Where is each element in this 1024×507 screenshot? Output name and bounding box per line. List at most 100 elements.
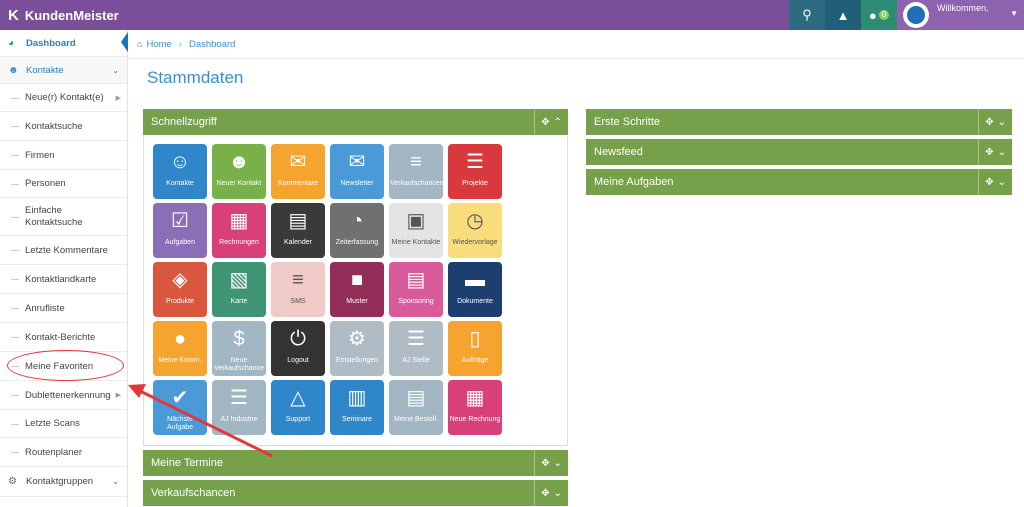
tile-label: Projekte (462, 180, 488, 187)
tile-seminare[interactable]: ▥ Seminare (330, 380, 384, 435)
tile-kalender[interactable]: ▤ Kalender (271, 203, 325, 258)
sidebar-item-einfache-kontaktsuche[interactable]: Einfache Kontaktsuche (0, 198, 127, 236)
tile-label: Nächste Aufgabe (166, 416, 194, 431)
calculator-icon: ▦ (465, 387, 485, 409)
sidebar-item-firmen[interactable]: Firmen (0, 141, 127, 170)
tile-meine-bestell[interactable]: ▤ Meine Bestell. (389, 380, 443, 435)
move-icon[interactable]: ✥ (985, 147, 993, 158)
sidebar-item-neuer-kontakt[interactable]: Neue(r) Kontakt(e) ▶ (0, 84, 127, 112)
sidebar-item-kontaktlandkarte[interactable]: Kontaktlandkarte (0, 265, 127, 294)
move-icon[interactable]: ✥ (541, 488, 549, 499)
chevron-down-icon[interactable]: ⌄ (554, 488, 562, 499)
sidebar-item-anrufliste[interactable]: Anrufliste (0, 294, 127, 323)
move-icon[interactable]: ✥ (985, 177, 993, 188)
panel-meine-aufgaben-header: Meine Aufgaben ✥ ⌄ (586, 169, 1012, 195)
tile-aj-industrie[interactable]: ☰ AJ Industrie (212, 380, 266, 435)
sidebar-item-routenplaner[interactable]: Routenplaner (0, 438, 127, 467)
tile-label: Meine Bestell. (394, 416, 438, 423)
search-icon: ⚲ (802, 7, 812, 22)
sidebar-item-label: Neue(r) Kontakt(e) (25, 92, 104, 103)
move-icon[interactable]: ✥ (541, 458, 549, 469)
panel-title: Newsfeed (594, 146, 643, 158)
search-button[interactable]: ⚲ (789, 0, 825, 30)
sidebar-item-kontaktsuche[interactable]: Kontaktsuche (0, 112, 127, 141)
tile-zeiterfassung[interactable]: ◔ Zeiterfassung (330, 203, 384, 258)
tag-icon: ◈ (172, 269, 188, 291)
breadcrumb-current[interactable]: Dashboard (189, 39, 235, 50)
checkbox-icon: ☑ (171, 210, 189, 232)
user-menu[interactable]: Willkommen, ▼ (897, 0, 1024, 30)
sidebar-item-personen[interactable]: Personen (0, 170, 127, 198)
tile-dokumente[interactable]: ▬ Dokumente (448, 262, 502, 317)
tile-einstellungen[interactable]: ⚙ Einstellungen (330, 321, 384, 376)
tile-meine-komm[interactable]: ● Meine Komm. (153, 321, 207, 376)
tile-sms[interactable]: ≡ SMS (271, 262, 325, 317)
tile-nächste-aufgabe[interactable]: ✔ Nächste Aufgabe (153, 380, 207, 435)
highlight-circle (7, 350, 124, 381)
sidebar-item-letzte-scans[interactable]: Letzte Scans (0, 410, 127, 438)
tile-label: Verkaufschancen (390, 180, 444, 187)
sidebar-item-dublettenerkennung[interactable]: Dublettenerkennung ▶ (0, 381, 127, 410)
brand-logo[interactable]: K KundenMeister (8, 0, 119, 30)
tile-rechnungen[interactable]: ▦ Rechnungen (212, 203, 266, 258)
tile-neue-verkaufschance[interactable]: $ Neue Verkaufschance (212, 321, 266, 376)
panel-title: Verkaufschancen (151, 487, 236, 499)
tile-support[interactable]: △ Support (271, 380, 325, 435)
list-icon: ☰ (407, 328, 425, 350)
sidebar-item-kontakte[interactable]: ☻ Kontakte ⌄ (0, 57, 127, 84)
tile-wiedervorlage[interactable]: ◷ Wiedervorlage (448, 203, 502, 258)
tile-projekte[interactable]: ☰ Projekte (448, 144, 502, 199)
quick-access-grid: ☺ Kontakte ☻ Neuer Kontakt ✉ Kommentare ✉ Newsl… (143, 135, 568, 446)
chevron-down-icon[interactable]: ⌄ (998, 147, 1006, 158)
sidebar-item-letzte-kommentare[interactable]: Letzte Kommentare (0, 236, 127, 265)
chevron-right-icon: › (178, 38, 182, 50)
panel-schnellzugriff-header: Schnellzugriff ✥ ⌃ (143, 109, 568, 135)
groups-icon: ⚙ (8, 476, 17, 487)
chevron-down-icon[interactable]: ⌄ (554, 458, 562, 469)
tile-neue-rechnung[interactable]: ▦ Neue Rechnung (448, 380, 502, 435)
tile-karte[interactable]: ▧ Karte (212, 262, 266, 317)
panel-title: Meine Aufgaben (594, 176, 674, 188)
tile-produkte[interactable]: ◈ Produkte (153, 262, 207, 317)
tile-verkaufschancen[interactable]: ≡ Verkaufschancen (389, 144, 444, 199)
list-icon: ☰ (230, 387, 248, 409)
tile-label: Meine Kontakte (391, 239, 441, 246)
move-icon[interactable]: ✥ (985, 117, 993, 128)
tile-kontakte[interactable]: ☺ Kontakte (153, 144, 207, 199)
sidebar-item-label: Kontaktlandkarte (25, 273, 97, 285)
sidebar-item-kontaktgruppen[interactable]: ⚙ Kontaktgruppen ⌄ (0, 467, 127, 497)
sidebar: ◕ Dashboard ☻ Kontakte ⌄ Neue(r) Kontakt… (0, 30, 128, 507)
chevron-down-icon[interactable]: ⌄ (998, 177, 1006, 188)
tile-label: Kalender (283, 239, 313, 246)
sidebar-item-label: Letzte Scans (25, 418, 80, 429)
sidebar-item-dashboard[interactable]: ◕ Dashboard (0, 30, 127, 57)
tile-label: Aufträge (461, 357, 489, 364)
tile-meine-kontakte[interactable]: ▣ Meine Kontakte (389, 203, 443, 258)
move-icon[interactable]: ✥ (541, 117, 549, 128)
sms-icon: ≡ (292, 269, 304, 291)
cart-icon: ▤ (406, 387, 426, 409)
panel-meine-termine-header: Meine Termine ✥ ⌄ (143, 450, 568, 476)
tile-aj-stelle[interactable]: ☰ AJ Stelle (389, 321, 443, 376)
sidebar-item-kontakt-berichte[interactable]: Kontakt-Berichte (0, 323, 127, 352)
tile-logout[interactable]: ⏻ Logout (271, 321, 325, 376)
tile-aufgaben[interactable]: ☑ Aufgaben (153, 203, 207, 258)
tile-neuer-kontakt[interactable]: ☻ Neuer Kontakt (212, 144, 266, 199)
tile-label: Meine Komm. (158, 357, 202, 364)
chevron-up-icon[interactable]: ⌃ (554, 117, 562, 128)
add-user-icon: ☻ (228, 151, 250, 173)
messages-button[interactable]: ● 0 (861, 0, 897, 30)
caret-right-icon: ▶ (115, 94, 121, 102)
chevron-down-icon[interactable]: ⌄ (998, 117, 1006, 128)
gears-icon: ⚙ (348, 328, 366, 350)
tile-kommentare[interactable]: ✉ Kommentare (271, 144, 325, 199)
tile-newsletter[interactable]: ✉ Newsletter (330, 144, 384, 199)
tile-muster[interactable]: ■ Muster (330, 262, 384, 317)
tile-label: Kontakte (166, 180, 194, 187)
tile-label: Seminare (342, 416, 372, 423)
sidebar-item-label: Kontaktsuche (25, 120, 83, 132)
breadcrumb-home-link[interactable]: Home (146, 39, 171, 50)
tile-aufträge[interactable]: ▯ Aufträge (448, 321, 502, 376)
notifications-button[interactable]: ▲ (825, 0, 861, 30)
tile-sponsoring[interactable]: ▤ Sponsoring (389, 262, 443, 317)
